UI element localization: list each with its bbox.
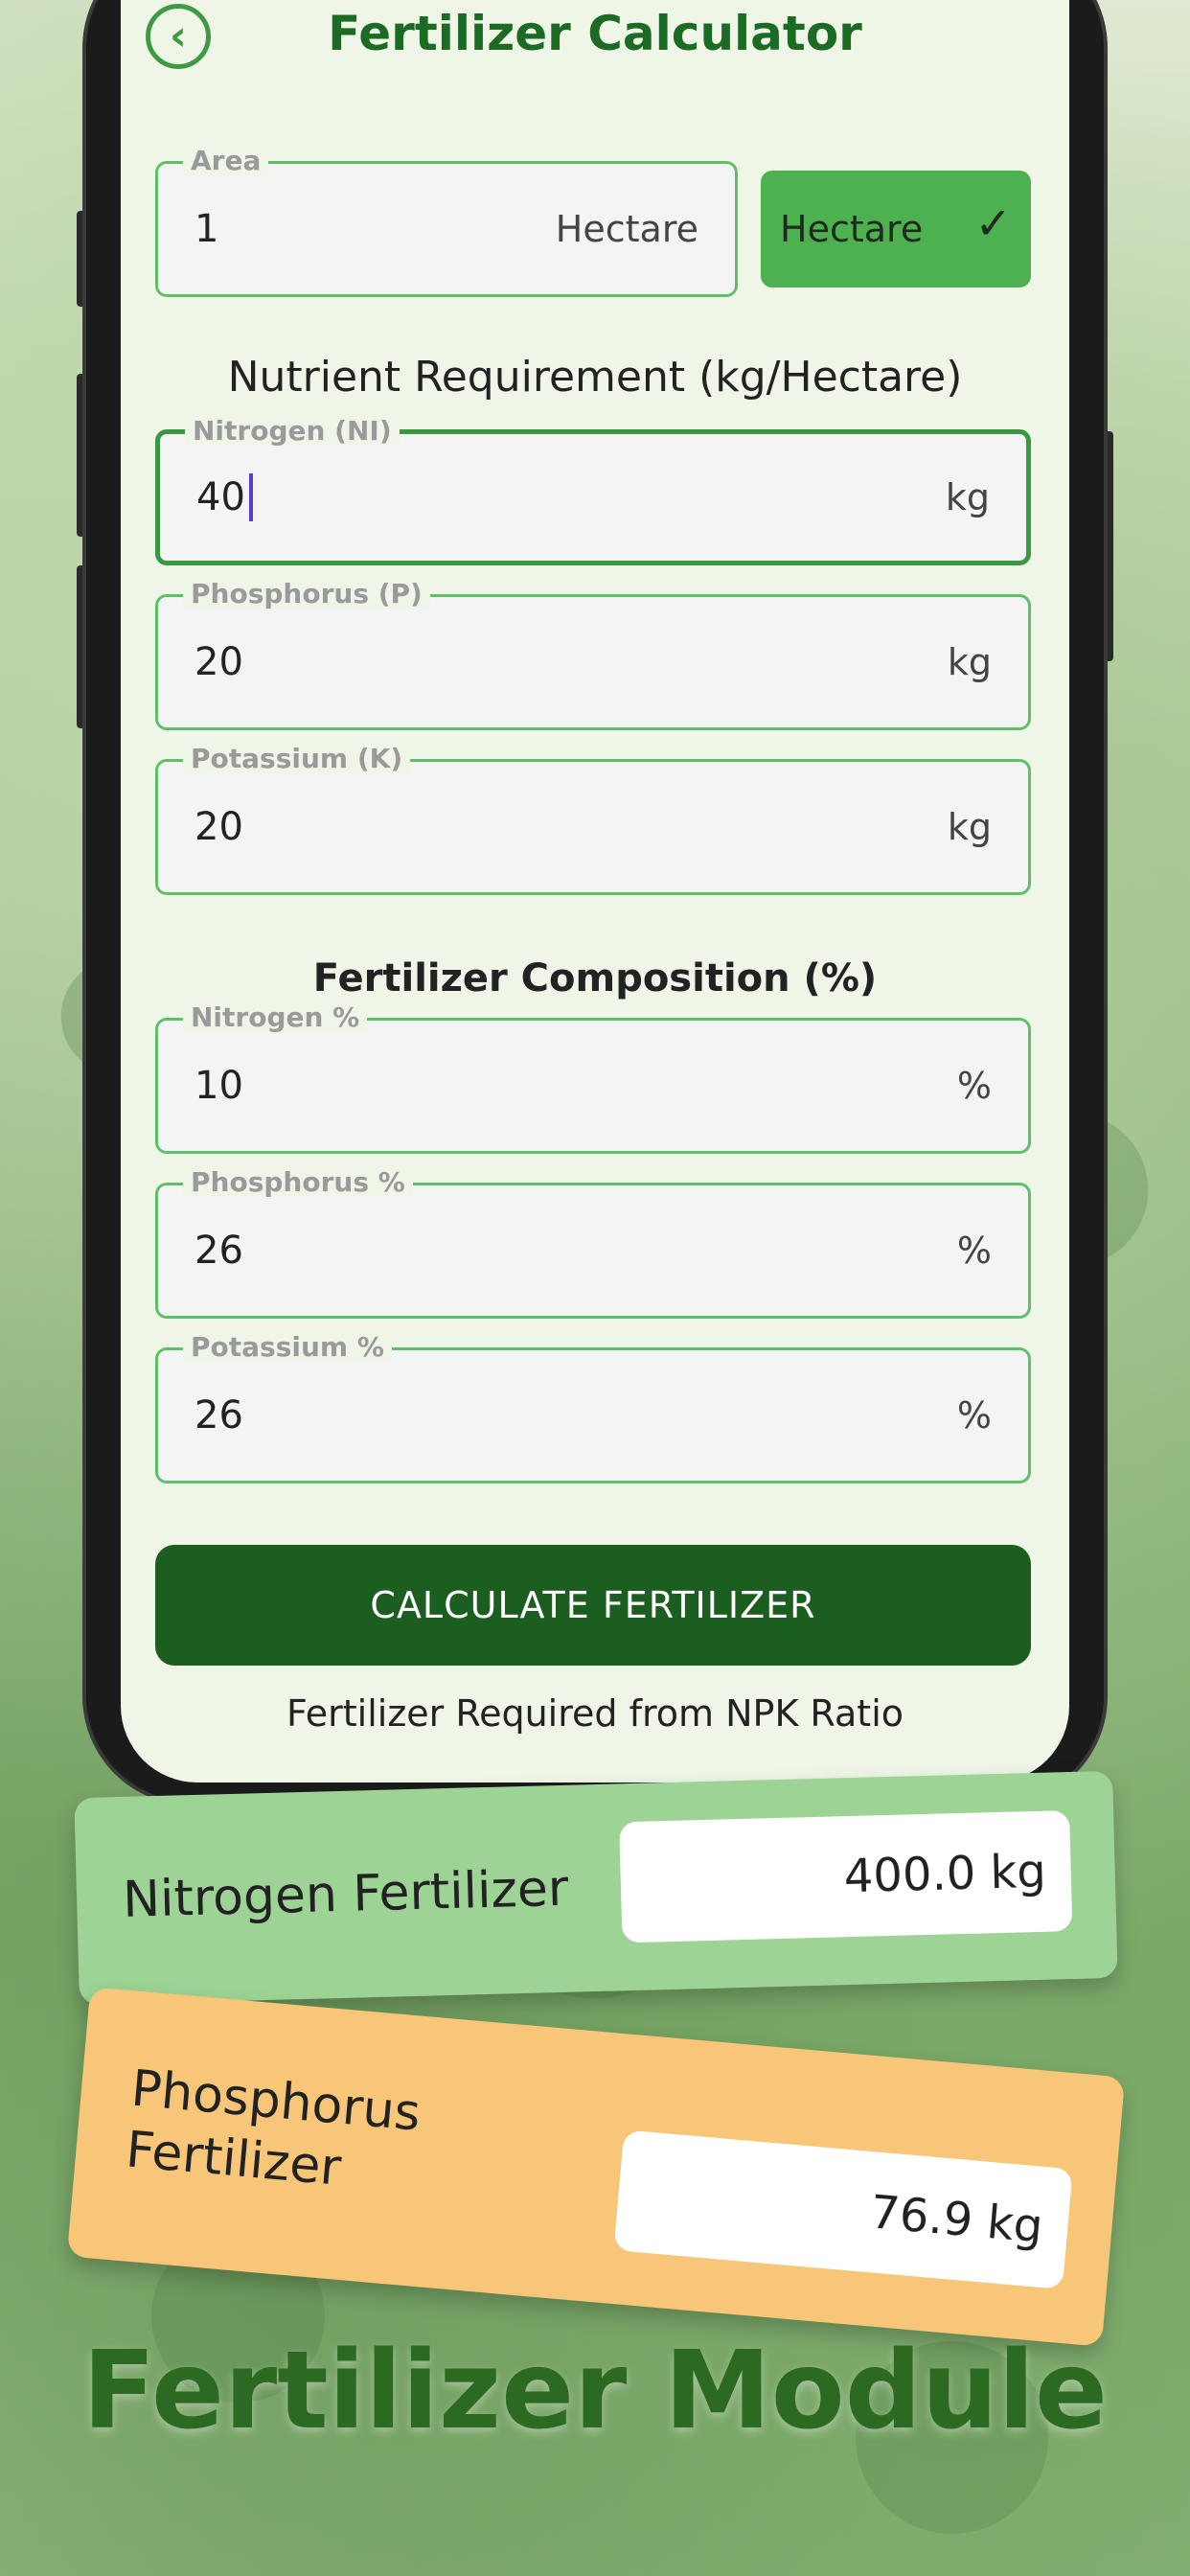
area-value: 1 xyxy=(195,207,219,251)
header: ‹ Fertilizer Calculator xyxy=(121,0,1069,77)
calculate-fertilizer-button[interactable]: CALCULATE FERTILIZER xyxy=(155,1545,1031,1666)
phosphorus-requirement-unit: kg xyxy=(947,641,992,683)
nitrogen-percent-unit: % xyxy=(956,1065,992,1107)
potassium-requirement-field[interactable]: Potassium (K) 20 kg xyxy=(155,745,1031,895)
module-title: Fertilizer Module xyxy=(82,2329,1108,2453)
nitrogen-result-card: Nitrogen Fertilizer 400.0 kg xyxy=(74,1770,1118,2006)
unit-select-dropdown[interactable]: Hectare ✓ xyxy=(761,171,1031,288)
phosphorus-requirement-value: 20 xyxy=(195,640,243,684)
nitrogen-requirement-unit: kg xyxy=(945,476,990,518)
nitrogen-percent-field[interactable]: Nitrogen % 10 % xyxy=(155,1003,1031,1154)
nutrient-section-title: Nutrient Requirement (kg/Hectare) xyxy=(227,353,963,402)
phosphorus-percent-unit: % xyxy=(956,1230,992,1272)
phosphorus-percent-field[interactable]: Phosphorus % 26 % xyxy=(155,1168,1031,1319)
nitrogen-result-label: Nitrogen Fertilizer xyxy=(122,1859,569,1929)
unit-select-value: Hectare xyxy=(780,208,924,250)
nitrogen-requirement-value-wrap: 40 xyxy=(196,434,253,561)
page-title: Fertilizer Calculator xyxy=(328,6,862,61)
potassium-requirement-unit: kg xyxy=(947,806,992,848)
chevron-down-icon: ✓ xyxy=(974,197,1012,249)
phosphorus-result-value: 76.9 kg xyxy=(613,2129,1073,2289)
phosphorus-percent-value: 26 xyxy=(195,1229,243,1273)
text-caret xyxy=(248,473,253,521)
phosphorus-result-label: Phosphorus Fertilizer xyxy=(124,2058,423,2206)
potassium-percent-field[interactable]: Potassium % 26 % xyxy=(155,1333,1031,1484)
area-field[interactable]: Area 1 Hectare xyxy=(155,147,738,297)
nitrogen-percent-value: 10 xyxy=(195,1064,243,1108)
results-title: Fertilizer Required from NPK Ratio xyxy=(286,1692,904,1735)
nitrogen-requirement-field[interactable]: Nitrogen (NI) 40 kg xyxy=(155,417,1031,565)
composition-section-title: Fertilizer Composition (%) xyxy=(312,956,878,1000)
nitrogen-result-value: 400.0 kg xyxy=(619,1810,1073,1944)
potassium-requirement-value: 20 xyxy=(195,805,243,849)
phosphorus-requirement-field[interactable]: Phosphorus (P) 20 kg xyxy=(155,580,1031,730)
app-screen: ‹ Fertilizer Calculator Area 1 Hectare H… xyxy=(121,0,1069,1782)
nitrogen-requirement-value: 40 xyxy=(196,475,245,519)
area-unit: Hectare xyxy=(555,208,698,250)
potassium-percent-value: 26 xyxy=(195,1393,243,1438)
potassium-percent-unit: % xyxy=(956,1394,992,1437)
